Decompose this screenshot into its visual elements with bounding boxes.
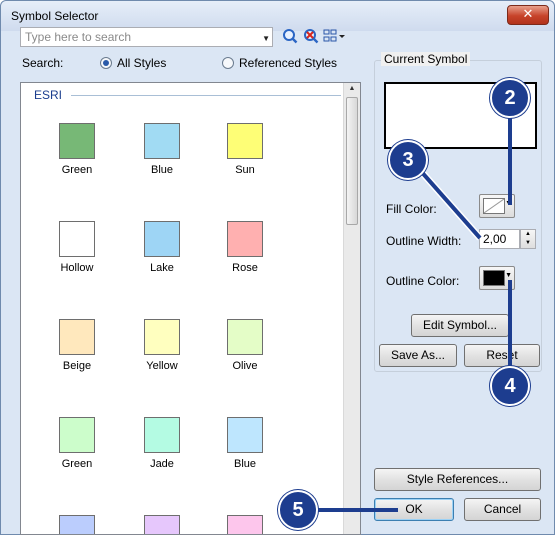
callout-3: 3 (388, 140, 428, 180)
callout-5: 5 (278, 490, 318, 530)
callout-leader-lines (298, 98, 512, 512)
callout-2: 2 (490, 78, 530, 118)
callout-4: 4 (490, 366, 530, 406)
